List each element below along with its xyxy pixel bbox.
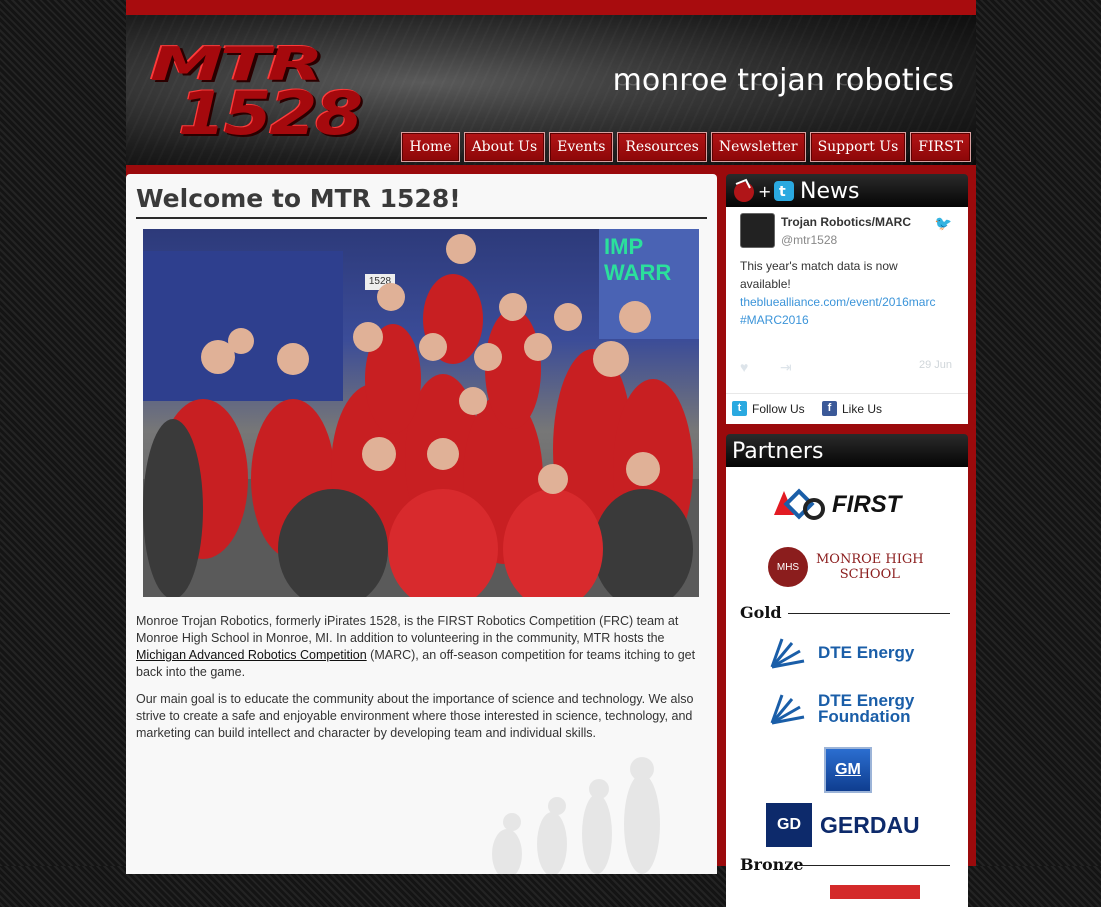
site-container: MTR 1528 monroe trojan robotics monroe t… (126, 0, 976, 907)
dte-wordmark: DTE Energy (818, 643, 915, 662)
tweet-author-handle[interactable]: @mtr1528 (781, 233, 837, 247)
dte-foundation-line2: Foundation (818, 707, 911, 726)
tweet-avatar[interactable] (740, 213, 775, 248)
follow-us-link[interactable]: t Follow Us (732, 401, 805, 416)
twitter-bird-icon: 🐦 (934, 215, 952, 231)
site-title-reflection: monroe trojan robotics (612, 71, 954, 91)
team-people-illustration (143, 234, 699, 597)
first-wordmark: FIRST (832, 491, 902, 518)
share-icon[interactable]: ⇥ (780, 359, 792, 376)
tweet-link[interactable]: thebluealliance.com/event/2016marc (740, 295, 935, 309)
tweet-text-body: This year's match data is now available! (740, 259, 898, 291)
monroe-high-school-logo[interactable]: MHS MONROE HIGH SCHOOL (768, 547, 924, 587)
first-emblem-icon (774, 488, 825, 520)
news-header: + t News (726, 174, 968, 207)
main-content: Welcome to MTR 1528! IMP WARR 1528 Monro… (126, 174, 717, 874)
dte-sunburst-icon (770, 638, 805, 669)
partners-widget: Partners FIRST MHS MONROE HIGH SCHOOL Go… (726, 434, 968, 907)
nav-events[interactable]: Events (549, 132, 614, 162)
svg-text:+: + (758, 182, 771, 201)
nav-first[interactable]: FIRST (910, 132, 971, 162)
gm-badge: GM (824, 747, 872, 793)
page-title: Welcome to MTR 1528! (136, 184, 461, 213)
heart-icon[interactable]: ♥ (740, 359, 748, 375)
facebook-icon: f (822, 401, 837, 416)
news-title: News (800, 179, 860, 204)
tweet-text: This year's match data is now available!… (740, 257, 950, 329)
tier-bronze-label: Bronze (740, 855, 804, 874)
intro-text: Monroe Trojan Robotics, formerly iPirate… (136, 613, 711, 752)
team-photo: IMP WARR 1528 (143, 229, 699, 597)
monroe-wordmark: MONROE HIGH SCHOOL (816, 552, 924, 582)
twitter-timeline[interactable]: Trojan Robotics/MARC @mtr1528 🐦 This yea… (726, 207, 968, 393)
title-divider (136, 217, 707, 219)
partners-title: Partners (732, 439, 824, 464)
dte-foundation-sunburst-icon (770, 694, 805, 725)
monroe-wordmark-line1: MONROE HIGH (816, 552, 924, 567)
sidebar: + t News Trojan Robotics/MARC @mtr1528 🐦… (726, 174, 968, 907)
intro-paragraph-2: Our main goal is to educate the communit… (136, 692, 694, 740)
monroe-wordmark-line2: SCHOOL (839, 567, 900, 582)
nav-newsletter[interactable]: Newsletter (710, 132, 806, 162)
gerdau-logo[interactable]: GD GERDAU (766, 803, 920, 847)
first-logo[interactable]: FIRST (770, 485, 901, 525)
tier-gold-divider (788, 613, 950, 614)
top-bar (126, 0, 976, 15)
partners-header: Partners (726, 434, 968, 467)
dte-energy-logo[interactable]: DTE Energy (768, 635, 914, 671)
like-us-label: Like Us (842, 401, 883, 416)
dte-foundation-wordmark: DTE Energy Foundation (818, 692, 914, 726)
monroe-seal-icon: MHS (768, 547, 808, 587)
evolution-watermark (492, 757, 660, 874)
news-widget: + t News Trojan Robotics/MARC @mtr1528 🐦… (726, 174, 968, 424)
main-nav: Home About Us Events Resources Newslette… (401, 132, 971, 162)
dte-foundation-logo[interactable]: DTE Energy Foundation (768, 691, 914, 727)
helmet-plus-twitter-icon: + t (734, 178, 794, 202)
twitter-icon: t (732, 401, 747, 416)
intro-paragraph-1: Monroe Trojan Robotics, formerly iPirate… (136, 613, 711, 681)
svg-text:t: t (779, 184, 786, 200)
like-us-link[interactable]: f Like Us (822, 401, 882, 416)
bronze-sponsor-logo[interactable] (830, 885, 920, 899)
intro-p1-text: Monroe Trojan Robotics, formerly iPirate… (136, 614, 679, 645)
gerdau-mark-icon: GD (766, 803, 812, 847)
nav-home[interactable]: Home (401, 132, 460, 162)
gerdau-wordmark: GERDAU (820, 811, 920, 838)
tweet-date[interactable]: 29 Jun (919, 359, 952, 371)
bronze-sponsor-mark (830, 885, 920, 899)
tweet-author-name[interactable]: Trojan Robotics/MARC (781, 215, 911, 229)
social-follow-bar: t Follow Us f Like Us (726, 393, 968, 424)
logo-1528[interactable]: 1528 (178, 79, 363, 149)
tweet-hashtag[interactable]: #MARC2016 (740, 313, 809, 327)
nav-resources[interactable]: Resources (617, 132, 707, 162)
nav-support-us[interactable]: Support Us (809, 132, 907, 162)
partners-list: FIRST MHS MONROE HIGH SCHOOL Gold DTE En… (726, 467, 968, 907)
tier-gold-label: Gold (740, 603, 782, 622)
gm-logo[interactable]: GM (824, 747, 872, 793)
follow-us-label: Follow Us (752, 401, 805, 416)
marc-link[interactable]: Michigan Advanced Robotics Competition (136, 648, 367, 662)
nav-about-us[interactable]: About Us (463, 132, 546, 162)
